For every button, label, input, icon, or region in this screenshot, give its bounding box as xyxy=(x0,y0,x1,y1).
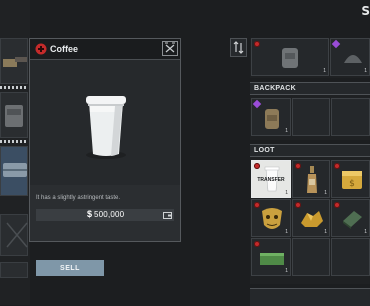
backpack-icon xyxy=(265,109,279,129)
empty-slot-x-icon xyxy=(6,222,28,248)
left-slot-weapon[interactable] xyxy=(0,38,28,84)
backpack-empty-slot[interactable] xyxy=(331,98,370,136)
left-slot-empty[interactable] xyxy=(0,214,28,256)
item-qty: 1 xyxy=(324,190,327,196)
equipment-panel: 1 1 xyxy=(250,38,370,78)
close-icon xyxy=(165,42,175,53)
loot-empty-slot[interactable] xyxy=(292,238,330,276)
backpack-panel: BACKPACK 1 xyxy=(250,82,370,140)
durability-dots xyxy=(0,86,28,89)
next-section-header xyxy=(250,288,370,306)
item-qty: 1 xyxy=(285,190,288,196)
popup-header: Coffee xyxy=(30,39,180,60)
rarity-badge-icon xyxy=(35,43,47,55)
item-qty: 1 xyxy=(364,229,367,235)
helmet-icon xyxy=(344,55,362,63)
wallet-icon xyxy=(163,212,172,219)
price-field: $ 500,000 xyxy=(36,209,174,221)
rarity-red-icon xyxy=(254,163,260,169)
loot-panel: LOOT TRANSFER 1 1 $ 1 1 1 1 xyxy=(250,144,370,284)
green-chest-icon xyxy=(260,253,284,265)
item-qty: 1 xyxy=(323,68,326,74)
equip-slot-armor[interactable]: 1 xyxy=(251,38,329,76)
gold-mask-icon xyxy=(262,208,282,229)
popup-title: Coffee xyxy=(50,44,79,54)
rarity-red-icon xyxy=(295,163,301,169)
transfer-label: TRANSFER xyxy=(257,177,285,183)
item-qty: 1 xyxy=(285,128,288,134)
left-slot-case[interactable] xyxy=(0,146,28,196)
gold-box-icon: $ xyxy=(342,171,362,189)
durability-dots xyxy=(0,140,28,143)
backpack-empty-slot[interactable] xyxy=(292,98,330,136)
loot-empty-slot[interactable] xyxy=(331,238,370,276)
item-qty: 1 xyxy=(324,229,327,235)
item-qty: 1 xyxy=(285,229,288,235)
left-slot-armor[interactable] xyxy=(0,92,28,138)
currency-symbol: $ xyxy=(87,209,93,219)
backpack-slot[interactable]: 1 xyxy=(251,98,291,136)
swap-arrows-icon xyxy=(233,41,244,54)
sort-button[interactable] xyxy=(230,38,247,57)
equip-slot-helmet[interactable]: 1 xyxy=(330,38,370,76)
loot-slot-bottle[interactable]: 1 xyxy=(292,160,330,198)
item-preview xyxy=(30,60,180,185)
vest-icon xyxy=(5,105,23,127)
green-book-icon xyxy=(343,211,362,229)
item-qty: 1 xyxy=(285,268,288,274)
loot-slot-green-chest[interactable]: 1 xyxy=(251,238,291,276)
rifle-icon xyxy=(3,57,27,67)
item-qty: 1 xyxy=(364,68,367,74)
left-slot-bar[interactable] xyxy=(0,262,28,278)
bottle-icon xyxy=(307,166,317,193)
loot-slot-gold-box[interactable]: $ xyxy=(331,160,370,198)
rarity-purple-icon xyxy=(331,39,341,49)
rarity-red-icon xyxy=(254,41,260,47)
loot-slot-gold-ore[interactable]: 1 xyxy=(292,199,330,237)
loot-slot-coffee[interactable]: TRANSFER 1 xyxy=(251,160,291,198)
rarity-red-icon xyxy=(254,241,260,247)
corner-logo: S xyxy=(361,4,370,18)
loot-slot-green-book[interactable]: 1 xyxy=(331,199,370,237)
case-icon xyxy=(3,163,27,177)
item-description: It has a slightly astringent taste. xyxy=(36,195,121,201)
loot-slot-gold-mask[interactable]: 1 xyxy=(251,199,291,237)
sell-button[interactable]: SELL xyxy=(36,260,104,276)
armor-vest-icon xyxy=(282,48,298,68)
loot-title: LOOT xyxy=(250,144,370,157)
item-detail-popup: Coffee It has a slightly astringent tast… xyxy=(29,38,181,276)
svg-text:$: $ xyxy=(349,179,355,189)
close-button[interactable] xyxy=(162,41,178,56)
price-value: 500,000 xyxy=(94,210,125,219)
backpack-title: BACKPACK xyxy=(250,82,370,95)
gold-ore-icon xyxy=(301,211,323,227)
coffee-cup-icon xyxy=(86,96,126,159)
